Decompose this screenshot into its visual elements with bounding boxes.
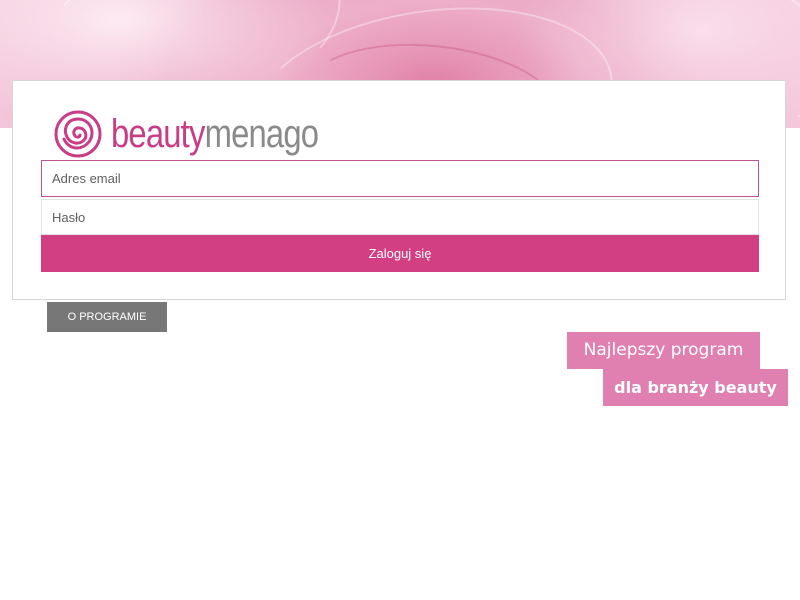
brand-name-part1: beauty xyxy=(111,112,205,156)
brand-logo: beautymenago xyxy=(53,107,364,161)
rose-logo-icon xyxy=(54,110,102,158)
password-input[interactable] xyxy=(41,199,759,235)
tagline-line1: Najlepszy program xyxy=(567,332,760,369)
about-program-button[interactable]: O PROGRAMIE xyxy=(47,302,167,332)
brand-name-part2: menago xyxy=(204,112,319,156)
login-button[interactable]: Zaloguj się xyxy=(41,235,759,272)
tagline-line2: dla branży beauty xyxy=(603,369,788,406)
email-input[interactable] xyxy=(41,160,759,197)
brand-wordmark: beautymenago xyxy=(111,112,319,156)
login-card: beautymenago Zaloguj się xyxy=(12,80,786,300)
